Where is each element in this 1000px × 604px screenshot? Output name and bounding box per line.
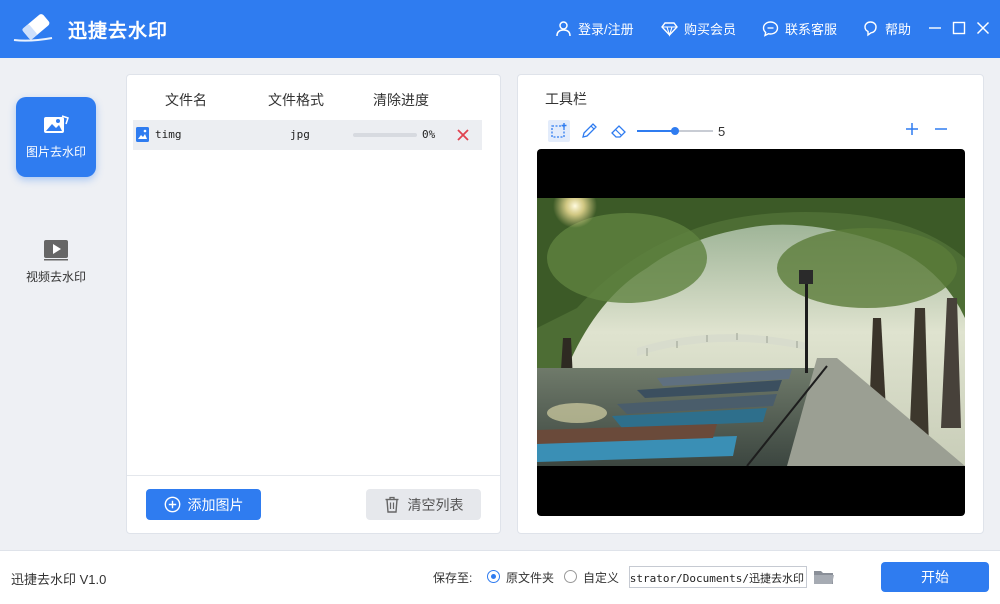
sidebar-item-label: 图片去水印 [25,145,86,159]
close-icon[interactable] [975,20,991,36]
file-format: jpg [290,128,310,141]
folder-icon[interactable] [813,567,835,587]
column-header-progress: 清除进度 [373,92,429,108]
sidebar-item-video-watermark[interactable]: 视频去水印 [16,222,96,302]
slider-fill [637,130,675,132]
add-image-label: 添加图片 [187,496,244,513]
buy-vip-label: 购买会员 [684,22,737,37]
rectangle-select-tool[interactable] [548,120,570,142]
trash-icon [385,496,398,513]
video-icon [44,240,68,261]
contact-button[interactable]: 联系客服 [762,19,837,38]
radio-original-folder[interactable] [487,570,500,583]
radio-original-folder-label[interactable]: 原文件夹 [506,569,554,586]
file-row[interactable]: timg jpg 0% [133,120,482,150]
login-button[interactable]: 登录/注册 [555,19,634,38]
eraser-tool[interactable] [608,120,630,142]
rectangle-select-icon [551,123,567,138]
app-title: 迅捷去水印 [68,21,169,42]
image-preview-canvas[interactable] [537,149,965,516]
help-button[interactable]: 帮助 [862,19,911,38]
help-label: 帮助 [885,22,912,37]
radio-custom[interactable] [564,570,577,583]
buy-vip-button[interactable]: 购买会员 [661,19,736,38]
eraser-logo-icon [13,14,53,42]
eraser-icon [611,125,626,138]
help-icon [864,21,877,37]
pen-icon [582,123,597,138]
zoom-in-icon[interactable] [903,120,921,138]
chat-icon [762,21,779,37]
login-label: 登录/注册 [578,22,634,37]
file-list-panel: 文件名 文件格式 清除进度 timg jpg 0% 添加图片 清空列表 [126,74,501,534]
column-header-format: 文件格式 [268,92,324,108]
maximize-icon[interactable] [951,20,967,36]
contact-label: 联系客服 [785,22,838,37]
pen-tool[interactable] [578,120,600,142]
user-icon [556,21,571,37]
preview-photo [537,198,965,466]
sidebar: 图片去水印 视频去水印 [0,58,110,550]
diamond-icon [661,22,678,37]
slider-handle[interactable] [671,127,679,135]
zoom-out-icon[interactable] [932,120,950,138]
column-header-filename: 文件名 [165,92,207,108]
file-name: timg [155,128,182,141]
delete-icon[interactable] [455,127,471,143]
bottom-bar: 迅捷去水印 V1.0 保存至: 原文件夹 自定义 C:/Users/Admini… [0,550,1000,604]
clear-list-label: 清空列表 [407,496,464,513]
toolbar-title: 工具栏 [545,91,587,107]
preview-panel: 工具栏 5 [517,74,984,534]
brush-size-value: 5 [718,124,726,139]
progress-bar [353,133,417,137]
plus-circle-icon [164,496,180,513]
minimize-icon[interactable] [927,20,943,36]
save-path-value: C:/Users/Administrator/Documents/迅捷去水印 [629,572,804,585]
save-path-field[interactable]: C:/Users/Administrator/Documents/迅捷去水印 [629,566,807,588]
sidebar-item-label: 视频去水印 [25,270,86,284]
radio-custom-label[interactable]: 自定义 [583,569,619,586]
add-image-button[interactable]: 添加图片 [146,489,261,520]
start-button[interactable]: 开始 [881,562,989,592]
image-icon [44,115,69,133]
save-to-label: 保存至: [433,571,473,585]
brush-size-slider[interactable] [637,127,713,135]
progress-text: 0% [422,128,436,141]
title-bar: 迅捷去水印 登录/注册 购买会员 联系客服 帮助 [0,0,1000,58]
sidebar-item-image-watermark[interactable]: 图片去水印 [16,97,96,177]
clear-list-button[interactable]: 清空列表 [366,489,481,520]
version-label: 迅捷去水印 V1.0 [11,572,107,587]
image-file-icon [136,127,149,142]
divider [127,475,500,476]
